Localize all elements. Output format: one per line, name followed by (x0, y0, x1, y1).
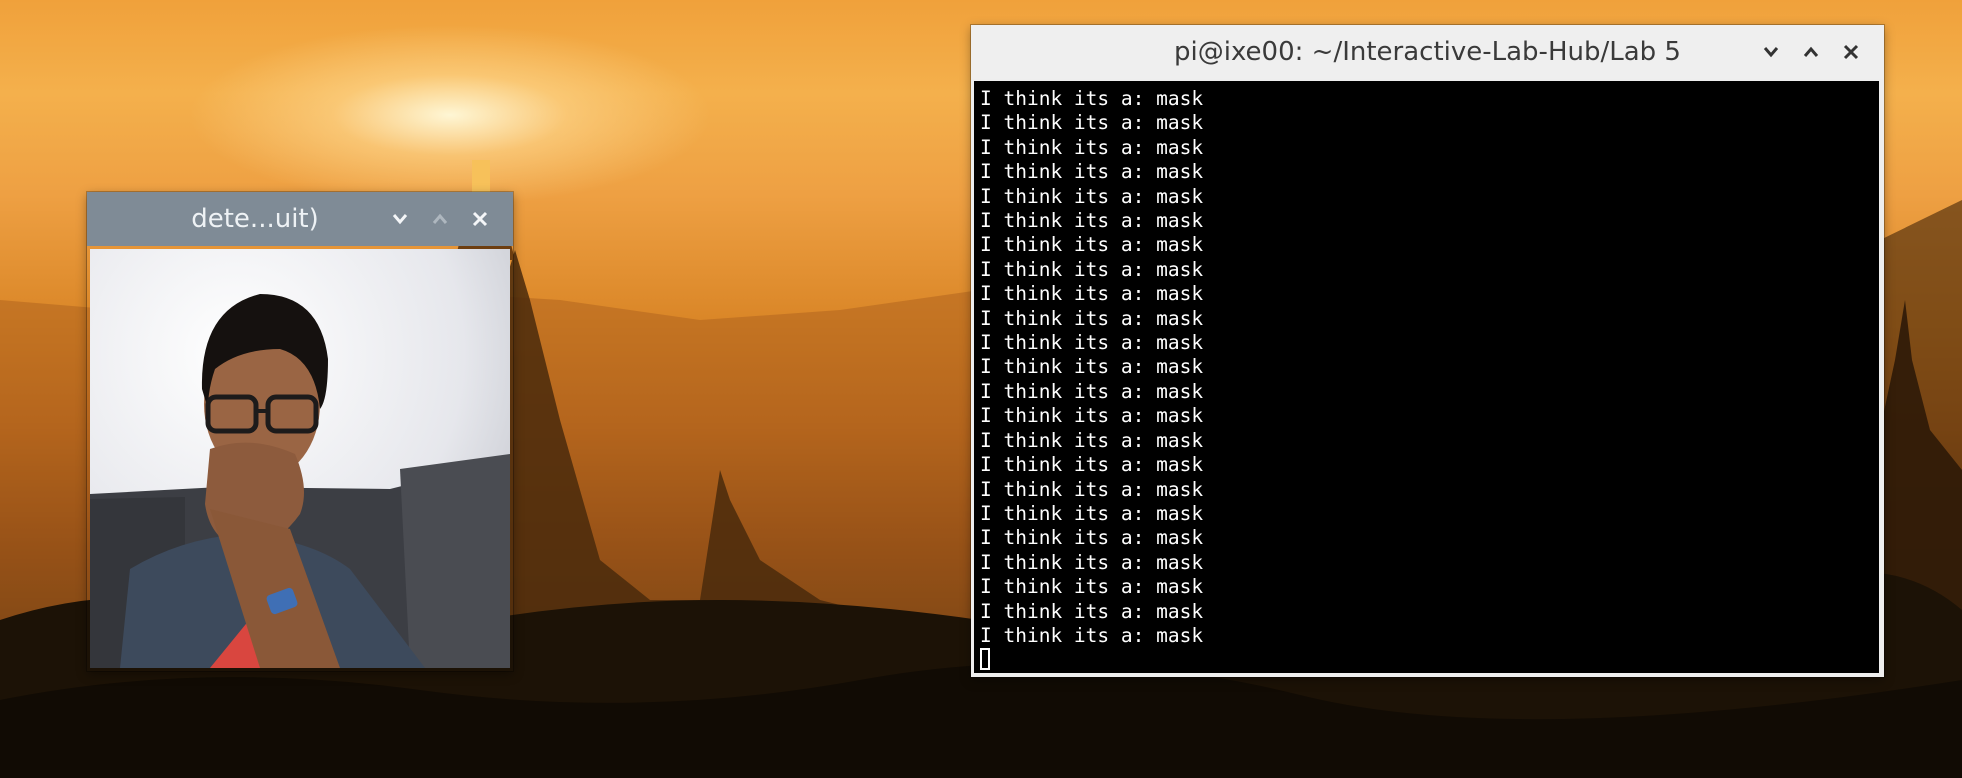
camera-window-titlebar[interactable]: dete...uit) (87, 192, 513, 246)
terminal-window[interactable]: pi@ixe00: ~/Interactive-Lab-Hub/Lab 5 I … (971, 25, 1884, 677)
terminal-line: I think its a: mask (980, 453, 1204, 477)
terminal-line: I think its a: mask (980, 306, 1204, 330)
terminal-output[interactable]: I think its a: mask I think its a: mask I … (974, 81, 1879, 673)
terminal-window-title: pi@ixe00: ~/Interactive-Lab-Hub/Lab 5 (1174, 37, 1681, 67)
maximize-button[interactable] (421, 200, 459, 238)
minimize-button[interactable] (381, 200, 419, 238)
terminal-line: I think its a: mask (980, 160, 1204, 184)
terminal-line: I think its a: mask (980, 526, 1204, 550)
close-button[interactable] (461, 200, 499, 238)
close-icon (472, 211, 488, 227)
minimize-button[interactable] (1752, 33, 1790, 71)
maximize-button[interactable] (1792, 33, 1830, 71)
terminal-prompt-line (980, 648, 1879, 672)
text-cursor (980, 648, 990, 671)
terminal-line: I think its a: mask (980, 379, 1204, 403)
terminal-line: I think its a: mask (980, 209, 1204, 233)
terminal-line: I think its a: mask (980, 623, 1204, 647)
close-button[interactable] (1832, 33, 1870, 71)
terminal-line: I think its a: mask (980, 575, 1204, 599)
camera-frame-image (90, 249, 510, 668)
terminal-window-titlebar[interactable]: pi@ixe00: ~/Interactive-Lab-Hub/Lab 5 (971, 25, 1884, 79)
terminal-line: I think its a: mask (980, 599, 1204, 623)
close-icon (1843, 44, 1859, 60)
terminal-line: I think its a: mask (980, 550, 1204, 574)
terminal-line: I think its a: mask (980, 501, 1204, 525)
terminal-line: I think its a: mask (980, 184, 1204, 208)
terminal-line: I think its a: mask (980, 404, 1204, 428)
camera-window-title: dete...uit) (191, 204, 319, 234)
terminal-line: I think its a: mask (980, 135, 1204, 159)
chevron-up-icon (432, 213, 448, 224)
terminal-line: I think its a: mask (980, 428, 1204, 452)
chevron-down-icon (392, 214, 408, 225)
terminal-line: I think its a: mask (980, 331, 1204, 355)
terminal-line: I think its a: mask (980, 87, 1204, 110)
terminal-line: I think its a: mask (980, 257, 1204, 281)
terminal-line: I think its a: mask (980, 282, 1204, 306)
terminal-line: I think its a: mask (980, 233, 1204, 257)
camera-window[interactable]: dete...uit) (87, 192, 513, 671)
terminal-line: I think its a: mask (980, 355, 1204, 379)
chevron-down-icon (1763, 47, 1779, 58)
chevron-up-icon (1803, 46, 1819, 57)
terminal-line: I think its a: mask (980, 477, 1204, 501)
terminal-line: I think its a: mask (980, 111, 1204, 135)
camera-preview (90, 249, 510, 668)
terminal-lines: I think its a: mask I think its a: mask I … (980, 87, 1879, 648)
